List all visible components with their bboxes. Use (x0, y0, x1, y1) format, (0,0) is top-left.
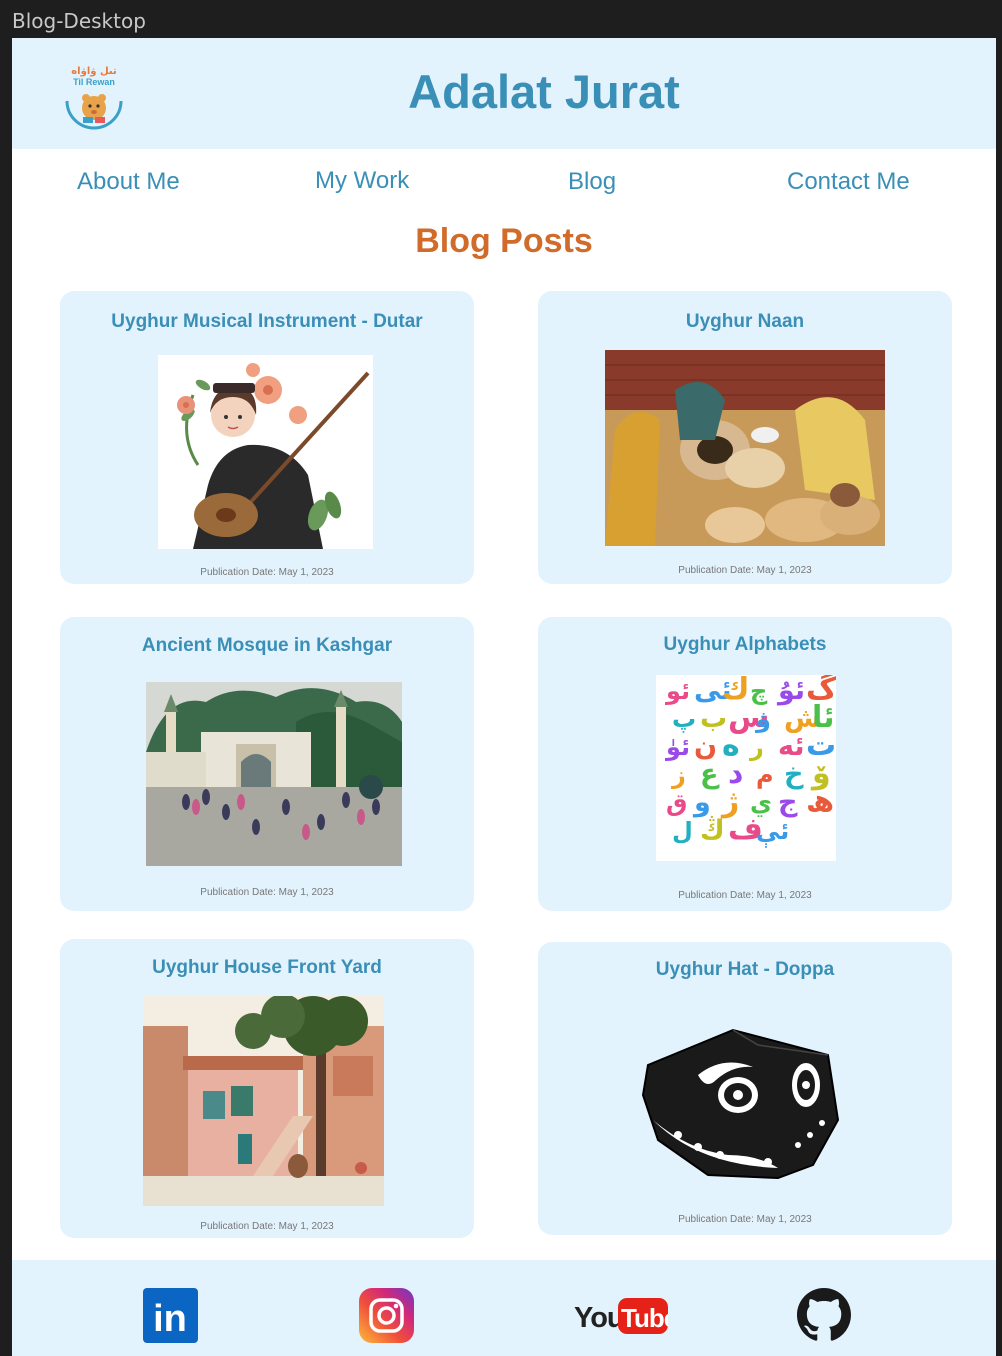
nav-blog[interactable]: Blog (568, 168, 616, 196)
alphabet-letter: ل (672, 817, 693, 845)
alphabet-letter: ن (694, 731, 717, 762)
uyghur-alphabet-illustration: ئو ئى ك چ ئۇ گ پ ب س ۋ ش ئا ئۈ ن ە ر ئە ت ز ع د م خ ۆ ق و ژ ي ج ھ ل ڭ ف ئ… (656, 675, 836, 861)
alphabet-letter: ئې (756, 817, 789, 848)
blog-post-card[interactable]: Uyghur Musical Instrument - Dutar Public… (60, 291, 474, 584)
alphabet-letter: پ (672, 705, 696, 733)
post-date: Publication Date: May 1, 2023 (678, 565, 812, 576)
post-date: Publication Date: May 1, 2023 (678, 890, 812, 901)
blog-posts-heading: Blog Posts (415, 222, 593, 260)
youtube-icon[interactable]: You Tube (574, 1296, 679, 1336)
doppa-hat-illustration (638, 1025, 843, 1183)
alphabet-letter: ھ (806, 784, 834, 819)
alphabet-letter: ز (671, 761, 686, 789)
alphabet-letter: ئە (778, 731, 805, 762)
alphabet-letter: ڭ (700, 815, 725, 846)
naan-illustration (605, 350, 885, 546)
blog-post-card[interactable]: Uyghur Naan Publication Date: May 1, 202… (538, 291, 952, 584)
blog-post-card[interactable]: Ancient Mosque in Kashgar Publication Da… (60, 617, 474, 911)
post-date: Publication Date: May 1, 2023 (200, 567, 334, 578)
nav-about-me[interactable]: About Me (77, 168, 180, 196)
linkedin-icon[interactable]: in (143, 1288, 198, 1343)
alphabet-letter: ق (666, 789, 687, 817)
alphabet-letter: ئو (665, 677, 690, 705)
blog-post-card[interactable]: Uyghur Alphabets ئو ئى ك چ ئۇ گ پ ب س ۋ ش ئا ئۈ ن ە ر ئە… (538, 617, 952, 911)
alphabet-letter: ج (778, 787, 798, 818)
post-title[interactable]: Uyghur Alphabets (538, 634, 952, 656)
nav-my-work[interactable]: My Work (315, 167, 409, 195)
github-icon[interactable] (797, 1288, 851, 1342)
post-title[interactable]: Uyghur Naan (538, 311, 952, 333)
post-title[interactable]: Uyghur House Front Yard (60, 957, 474, 979)
post-title[interactable]: Uyghur Hat - Doppa (538, 959, 952, 981)
footer: in You Tub (12, 1260, 996, 1356)
site-title: Adalat Jurat (408, 65, 680, 118)
frame-label: Blog-Desktop (12, 9, 146, 33)
blog-page: تىل ۋاۋاە Til Rewan Adalat Jurat About M… (12, 38, 996, 1356)
blog-post-card[interactable]: Uyghur Hat - Doppa Publication Date: May… (538, 942, 952, 1235)
post-title[interactable]: Ancient Mosque in Kashgar (60, 635, 474, 657)
alphabet-letter: ع (700, 759, 720, 790)
post-date: Publication Date: May 1, 2023 (678, 1214, 812, 1225)
svg-text:You: You (574, 1302, 624, 1334)
post-date: Publication Date: May 1, 2023 (200, 1221, 334, 1232)
main-nav: About Me My Work Blog Contact Me (12, 167, 996, 208)
svg-text:Tube: Tube (621, 1303, 668, 1333)
house-yard-illustration (143, 996, 384, 1206)
dutar-illustration (158, 355, 373, 549)
alphabet-letter: خ (784, 759, 804, 790)
svg-text:in: in (153, 1298, 187, 1340)
alphabet-letter: ئۈ (665, 733, 690, 761)
instagram-icon[interactable] (359, 1288, 414, 1343)
post-date: Publication Date: May 1, 2023 (200, 887, 334, 898)
alphabet-letter: و (692, 787, 711, 818)
nav-contact-me[interactable]: Contact Me (787, 168, 910, 196)
blog-post-card[interactable]: Uyghur House Front Yard Publication Date… (60, 939, 474, 1238)
alphabet-letter: م (756, 761, 774, 789)
post-title[interactable]: Uyghur Musical Instrument - Dutar (60, 311, 474, 333)
header: تىل ۋاۋاە Til Rewan Adalat Jurat (12, 38, 996, 149)
alphabet-letter: ر (749, 733, 764, 761)
alphabet-letter: ۋ (755, 705, 771, 733)
alphabet-letter: ئۇ (776, 675, 805, 706)
mosque-illustration (146, 682, 402, 866)
